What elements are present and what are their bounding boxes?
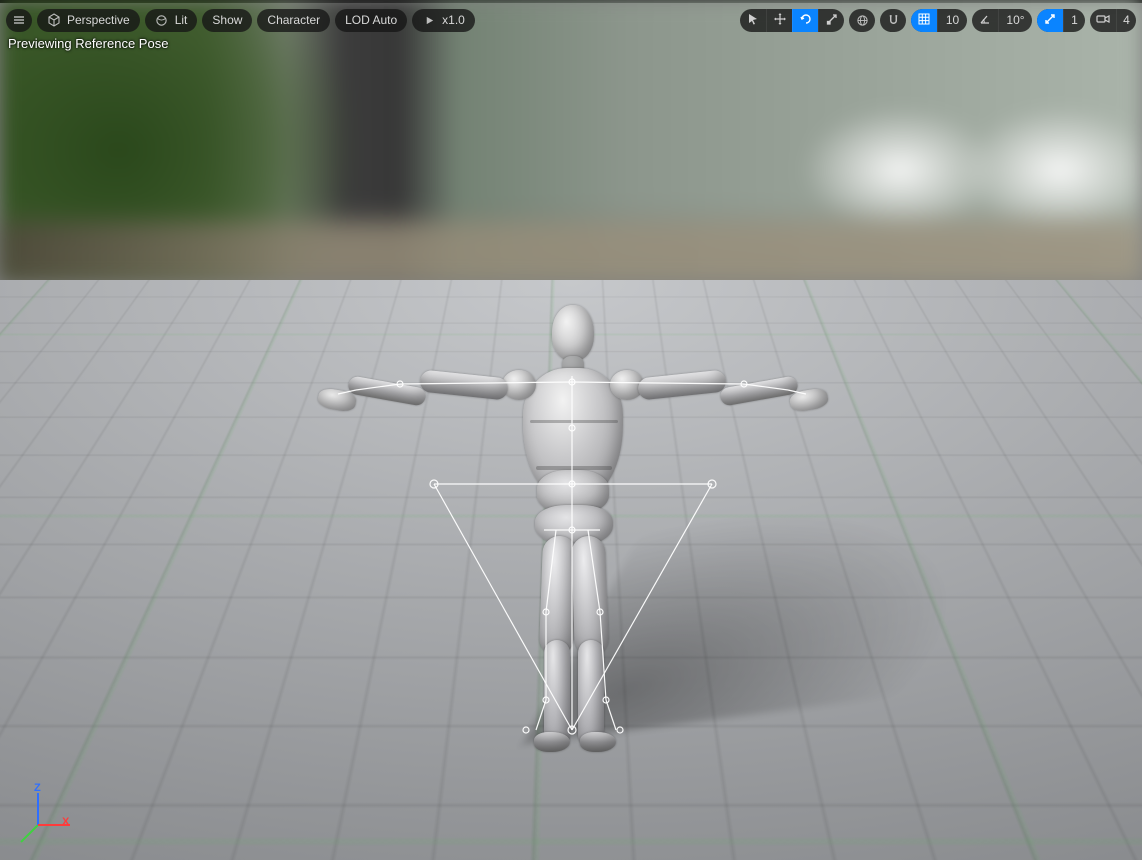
camera-speed-value[interactable]: 4: [1116, 9, 1136, 32]
scale-icon: [826, 13, 838, 28]
grid-snap-value[interactable]: 10: [937, 9, 967, 32]
axis-x-label: X: [62, 816, 69, 828]
camera-speed-button[interactable]: [1090, 9, 1116, 32]
mannequin-seam: [530, 420, 618, 423]
rotation-snap-value[interactable]: 10°: [998, 9, 1032, 32]
rotation-snap-toggle[interactable]: [972, 9, 998, 32]
grid-snap-cluster: 10: [911, 9, 967, 32]
magnet-icon: [886, 13, 900, 27]
play-icon: [422, 13, 436, 27]
scale-snap-cluster: 1: [1037, 9, 1085, 32]
lighting-mode-label: Lit: [175, 9, 188, 31]
mannequin-foot-r: [580, 732, 616, 752]
transform-tool-cluster: [740, 9, 844, 32]
move-tool-button[interactable]: [766, 9, 792, 32]
animation-viewport[interactable]: Previewing Reference Pose Z X Perspectiv…: [0, 0, 1142, 860]
coordinate-space-button[interactable]: [849, 9, 875, 32]
select-tool-button[interactable]: [740, 9, 766, 32]
rotate-icon: [800, 13, 812, 28]
angle-icon: [979, 13, 991, 28]
axis-y: [20, 824, 38, 842]
axis-z: [37, 793, 39, 825]
scale-snap-value[interactable]: 1: [1063, 9, 1085, 32]
character-label: Character: [267, 9, 320, 31]
show-label: Show: [212, 9, 242, 31]
playback-speed-label: x1.0: [442, 9, 465, 31]
scale-snap-toggle[interactable]: [1037, 9, 1063, 32]
character-menu-button[interactable]: Character: [257, 9, 330, 32]
axis-gizmo: Z X: [18, 786, 78, 846]
camera-icon: [1096, 13, 1110, 28]
viewport-options-button[interactable]: [6, 9, 32, 32]
cursor-icon: [747, 13, 759, 28]
lod-menu-button[interactable]: LOD Auto: [335, 9, 407, 32]
mannequin-seam: [536, 466, 612, 470]
view-mode-label: Perspective: [67, 9, 130, 31]
hamburger-icon: [12, 13, 26, 27]
grid-icon: [918, 13, 930, 28]
lod-label: LOD Auto: [345, 9, 397, 31]
mannequin-upperarm-r: [637, 369, 727, 400]
globe-icon: [855, 13, 869, 27]
move-icon: [774, 13, 786, 28]
playback-speed-button[interactable]: x1.0: [412, 9, 475, 32]
lighting-mode-button[interactable]: Lit: [145, 9, 198, 32]
sphere-icon: [155, 13, 169, 27]
hdri-background: [0, 0, 1142, 282]
viewport-status-text: Previewing Reference Pose: [8, 36, 168, 51]
preview-mannequin[interactable]: [330, 300, 810, 750]
mannequin-foot-l: [534, 732, 570, 752]
scale-tool-button[interactable]: [818, 9, 844, 32]
grid-snap-toggle[interactable]: [911, 9, 937, 32]
mannequin-upperarm-l: [419, 369, 509, 400]
rotate-tool-button[interactable]: [792, 9, 818, 32]
mannequin-forearm-l: [347, 375, 427, 406]
mannequin-thigh-r: [571, 535, 609, 656]
mannequin-forearm-r: [719, 375, 799, 406]
view-mode-button[interactable]: Perspective: [37, 9, 140, 32]
cube-icon: [47, 13, 61, 27]
rotation-snap-cluster: 10°: [972, 9, 1032, 32]
camera-speed-cluster: 4: [1090, 9, 1136, 32]
expand-icon: [1044, 13, 1056, 28]
show-menu-button[interactable]: Show: [202, 9, 252, 32]
mannequin-head: [552, 305, 594, 361]
surface-snap-button[interactable]: [880, 9, 906, 32]
axis-z-label: Z: [34, 782, 41, 794]
